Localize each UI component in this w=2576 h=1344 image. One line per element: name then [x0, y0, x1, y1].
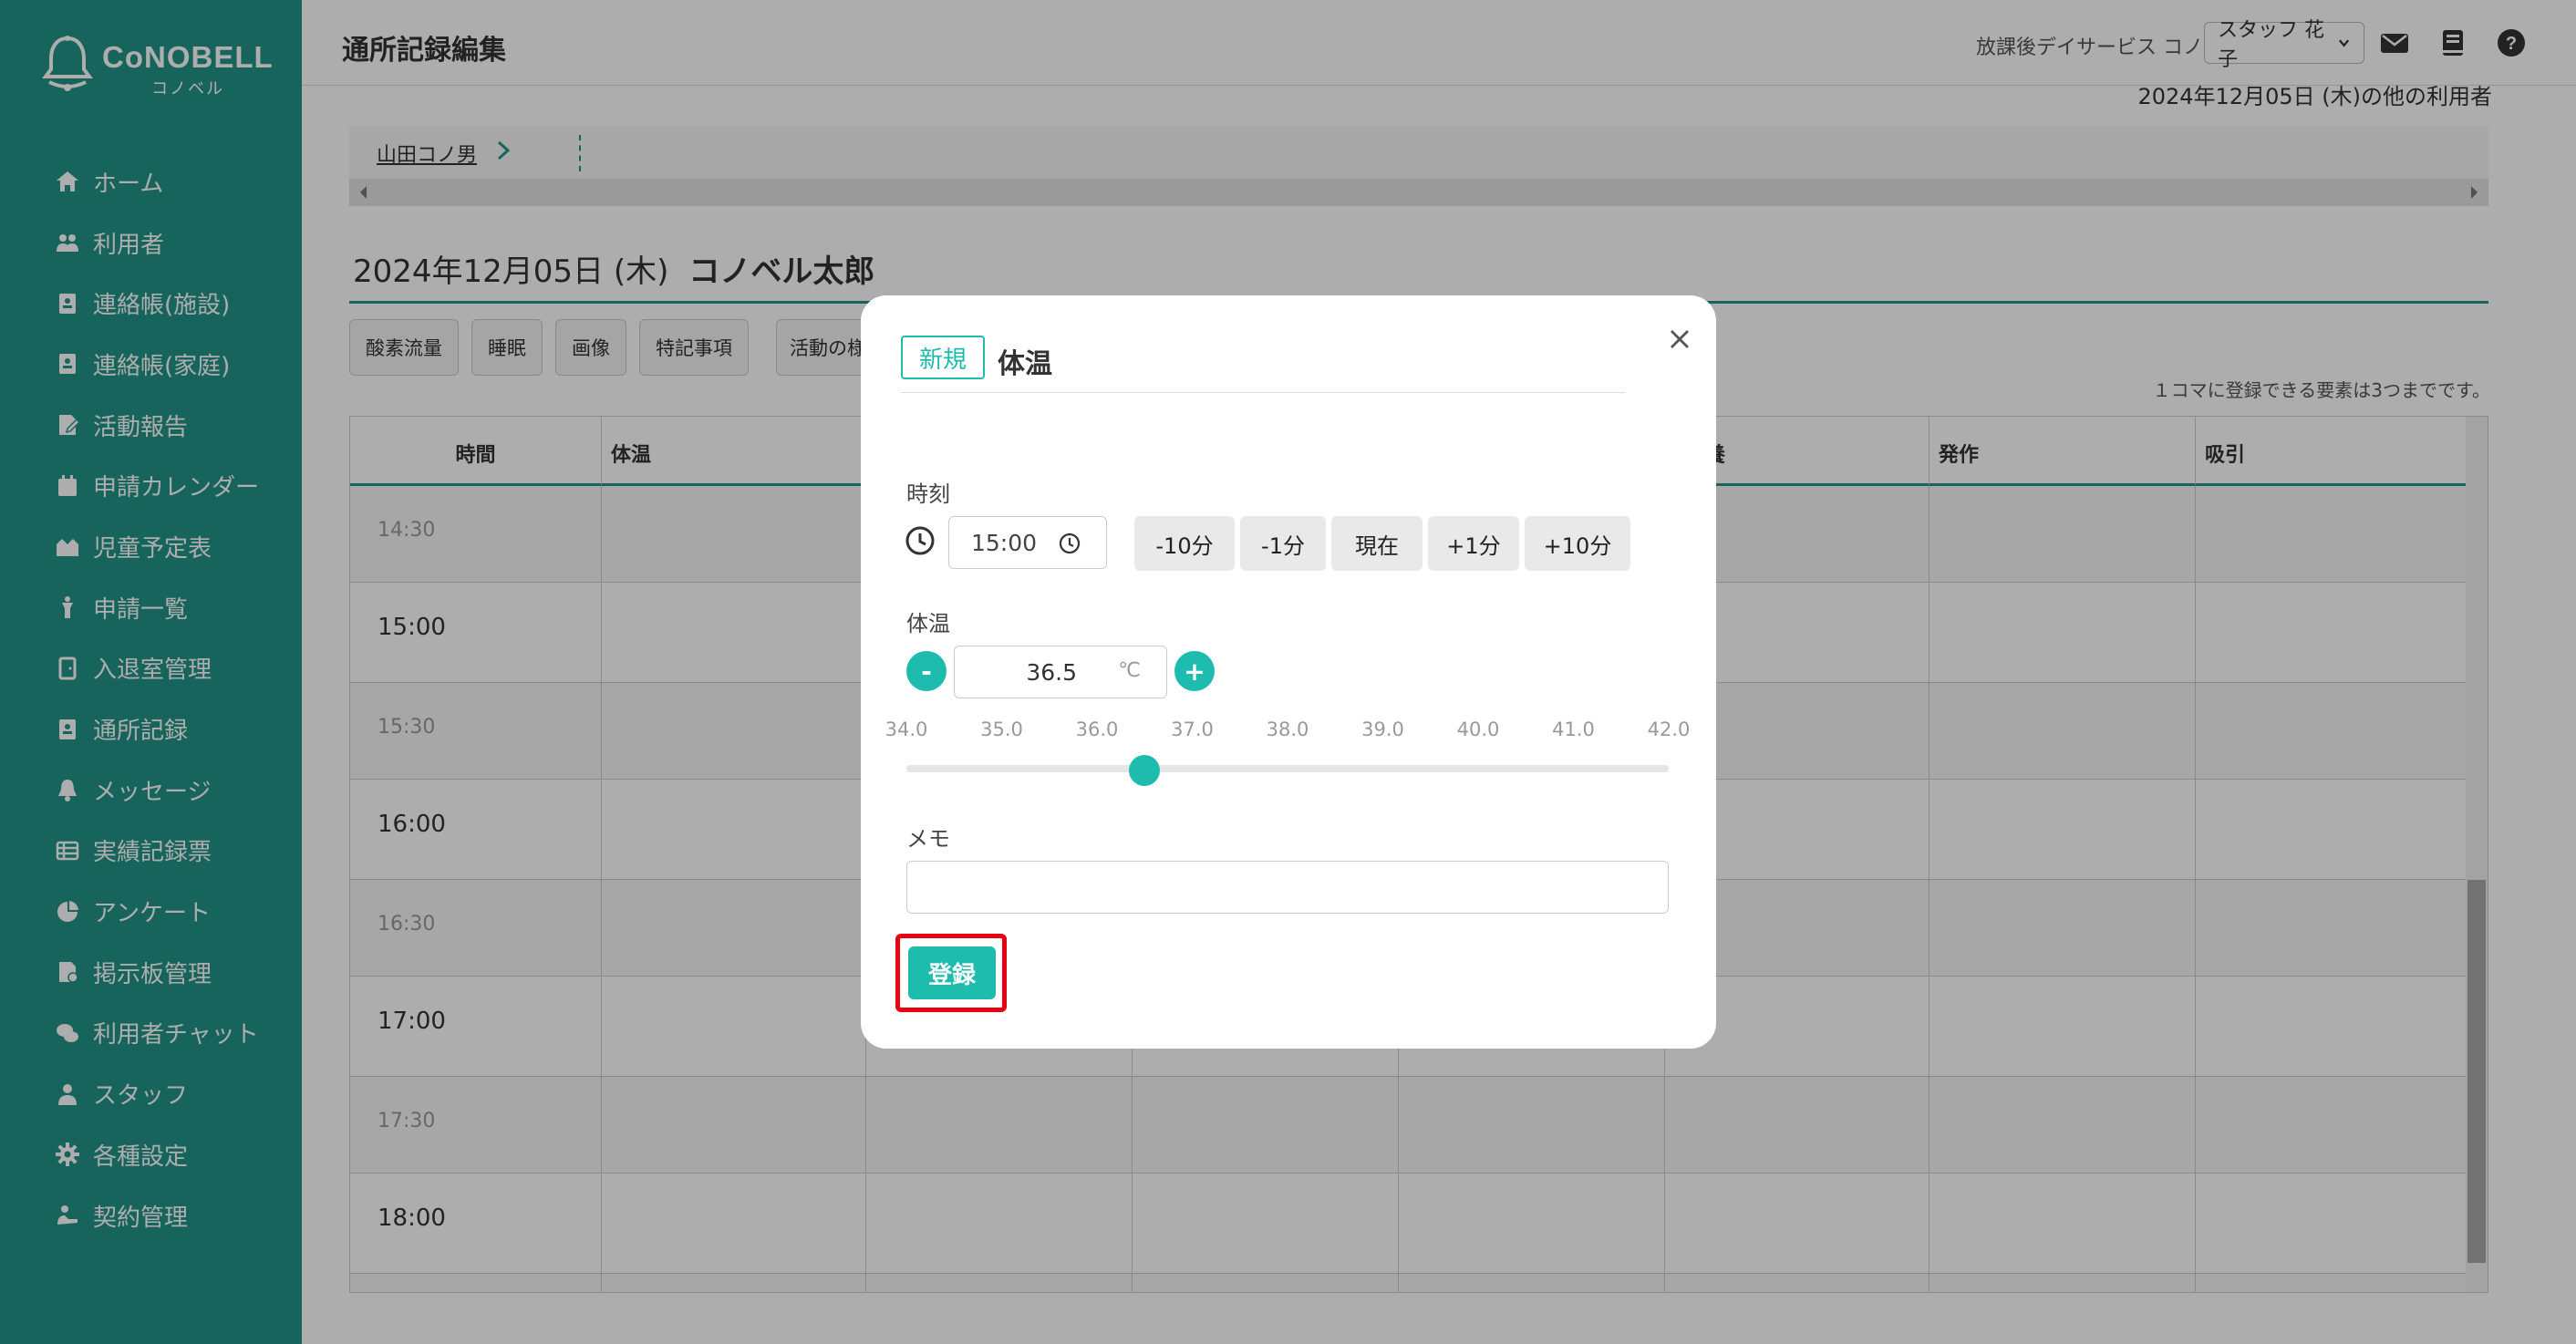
temperature-label: 体温: [906, 611, 950, 636]
plus-1-min-button[interactable]: +1分: [1428, 516, 1519, 571]
slider-tick-label: 38.0: [1266, 719, 1309, 740]
temperature-decrease-button[interactable]: -: [906, 651, 947, 691]
slider-tick-label: 42.0: [1647, 719, 1691, 740]
close-button[interactable]: [1660, 319, 1700, 359]
minus-10-min-button[interactable]: -10分: [1134, 516, 1235, 571]
memo-input[interactable]: [906, 861, 1669, 914]
slider-tick-label: 37.0: [1171, 719, 1214, 740]
register-button[interactable]: 登録: [908, 946, 996, 999]
slider-tick-label: 35.0: [980, 719, 1023, 740]
memo-label: メモ: [906, 826, 950, 852]
slider-tick-label: 36.0: [1075, 719, 1119, 740]
temperature-increase-button[interactable]: +: [1174, 651, 1215, 691]
clock-icon: [905, 526, 935, 555]
temperature-slider-track[interactable]: [906, 765, 1669, 772]
modal-divider: [901, 392, 1625, 393]
modal-title: 体温: [998, 348, 1052, 380]
time-input-value: 15:00: [971, 530, 1038, 556]
temperature-unit: ℃: [1118, 659, 1141, 682]
slider-tick-label: 39.0: [1361, 719, 1404, 740]
close-icon: [1671, 330, 1689, 348]
time-input[interactable]: 15:00: [948, 516, 1107, 569]
plus-10-min-button[interactable]: +10分: [1525, 516, 1630, 571]
slider-tick-label: 41.0: [1552, 719, 1595, 740]
slider-tick-label: 34.0: [885, 719, 928, 740]
temperature-value: 36.5: [1026, 659, 1077, 686]
time-picker-icon[interactable]: [1059, 532, 1081, 554]
new-badge: 新規: [901, 336, 985, 379]
temperature-modal: 新規 体温 時刻 15:00 -10分 -1分 現在 +1分 +10分 体温 -…: [861, 295, 1716, 1049]
now-button[interactable]: 現在: [1331, 516, 1422, 571]
temperature-input[interactable]: 36.5 ℃: [954, 646, 1167, 698]
time-label: 時刻: [906, 481, 950, 507]
minus-1-min-button[interactable]: -1分: [1240, 516, 1326, 571]
slider-tick-label: 40.0: [1456, 719, 1500, 740]
temperature-slider-thumb[interactable]: [1129, 755, 1161, 786]
